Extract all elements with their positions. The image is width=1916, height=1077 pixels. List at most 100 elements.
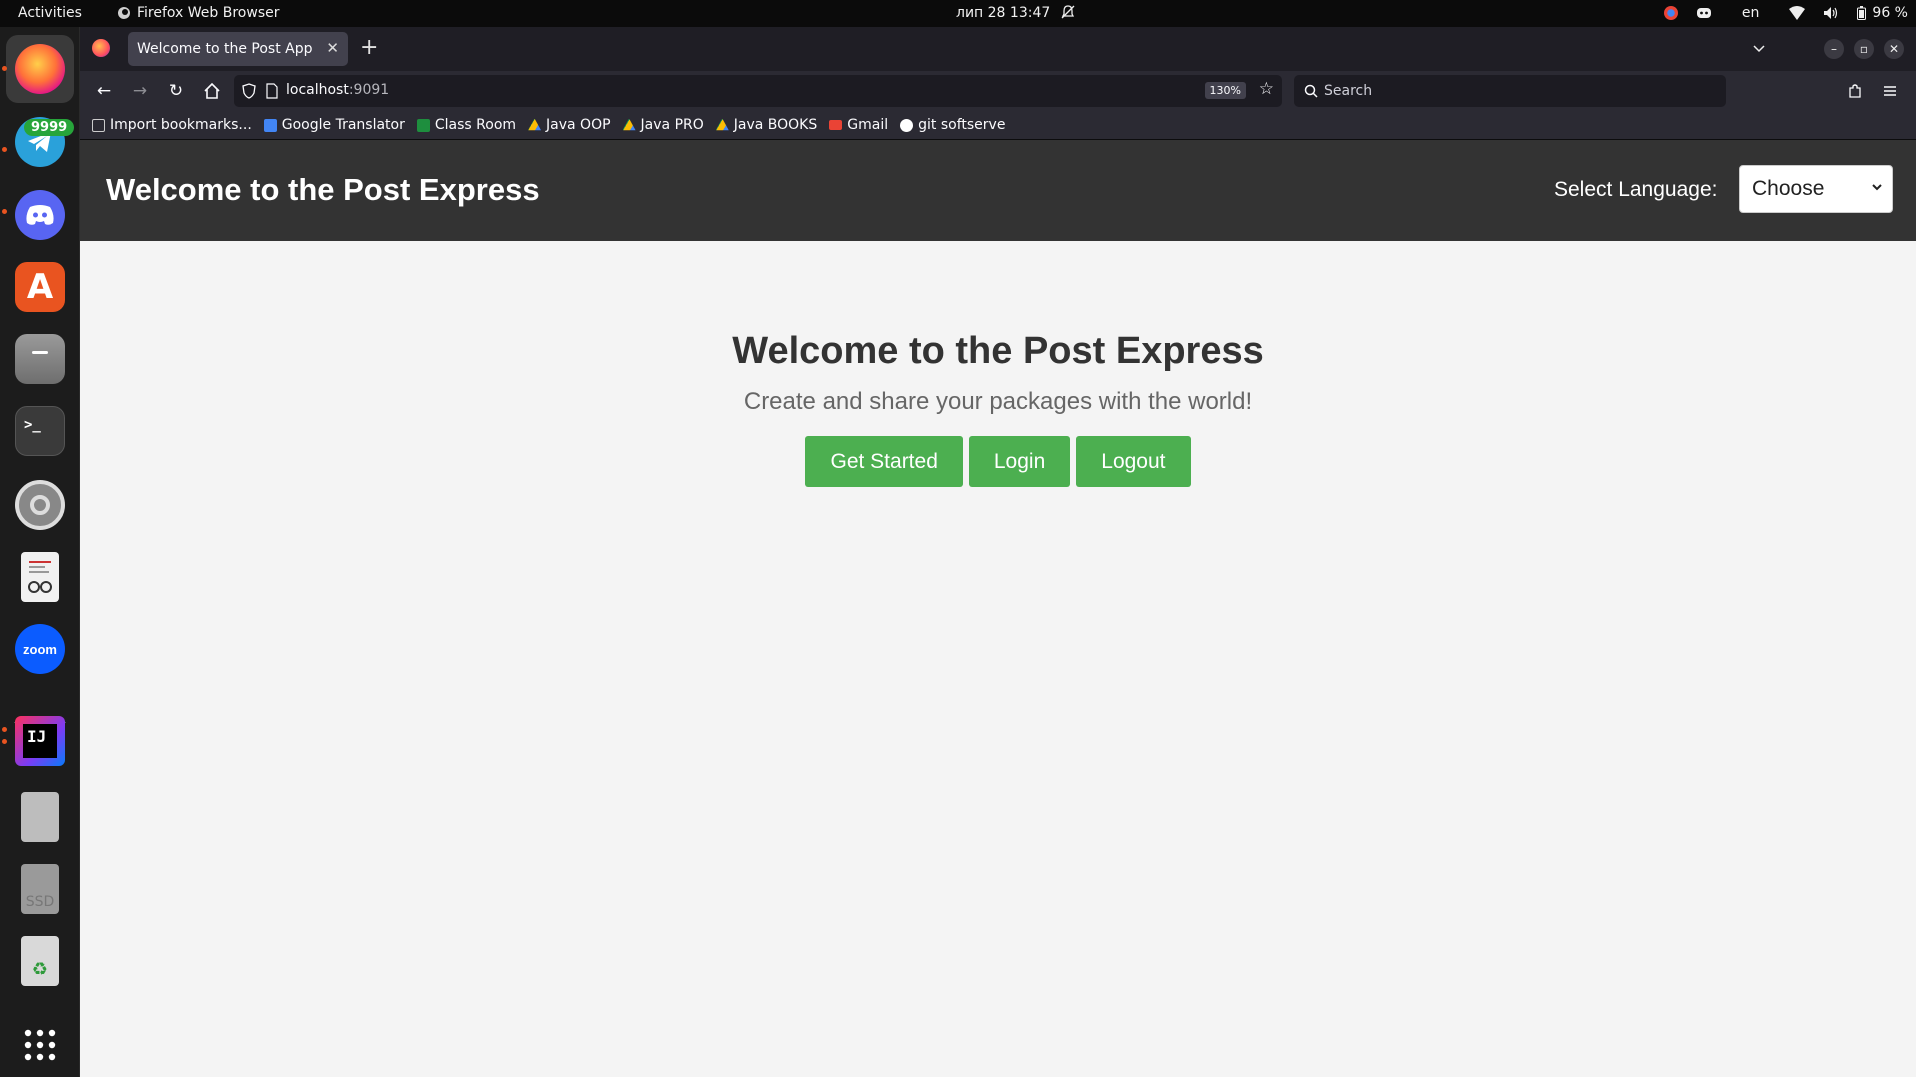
system-tray[interactable]: en 96 % <box>1663 3 1908 23</box>
settings-gear-icon <box>15 480 65 530</box>
chevron-down-icon <box>1872 184 1882 191</box>
wifi-icon[interactable] <box>1789 6 1806 20</box>
url-bar[interactable]: localhost:9091 130% ☆ <box>234 75 1282 107</box>
dock-ssd-drive[interactable]: SSD <box>6 855 74 923</box>
intellij-icon: IJ <box>15 716 65 766</box>
dock-app-center[interactable]: A <box>6 253 74 321</box>
text-editor-icon <box>21 792 59 842</box>
tab-active[interactable]: Welcome to the Post App ✕ <box>128 32 348 66</box>
firefox-window: Welcome to the Post App ✕ + – ▫ ✕ ← → ↻ … <box>80 27 1916 1077</box>
keyboard-layout[interactable]: en <box>1742 5 1760 21</box>
discord-tray-icon[interactable] <box>1696 7 1712 19</box>
bookmark-item[interactable]: git softserve <box>900 117 1005 133</box>
dock-terminal[interactable]: >_ <box>6 397 74 465</box>
chrome-tray-icon[interactable] <box>1663 6 1678 20</box>
navigation-toolbar: ← → ↻ localhost:9091 130% ☆ Search <box>80 71 1916 111</box>
tab-title: Welcome to the Post App <box>137 41 313 57</box>
hero-buttons: Get Started Login Logout <box>80 436 1916 487</box>
page-info-icon[interactable] <box>266 83 278 99</box>
bookmark-item[interactable]: Java BOOKS <box>715 117 817 133</box>
dock-firefox[interactable] <box>6 35 74 103</box>
url-text[interactable]: localhost:9091 <box>286 82 389 98</box>
extensions-icon[interactable] <box>1847 83 1863 99</box>
dock-settings[interactable] <box>6 471 74 539</box>
back-icon[interactable]: ← <box>93 80 115 102</box>
hero-subtitle: Create and share your packages with the … <box>743 388 1253 415</box>
tab-bar: Welcome to the Post App ✕ + – ▫ ✕ <box>80 27 1916 71</box>
search-bar[interactable]: Search <box>1294 75 1726 107</box>
classroom-icon <box>416 118 430 132</box>
home-icon[interactable] <box>201 80 223 102</box>
bookmark-item[interactable]: Class Room <box>416 117 516 133</box>
list-all-tabs-icon[interactable] <box>1752 42 1766 56</box>
site-title: Welcome to the Post Express <box>106 172 540 207</box>
language-label: Select Language: <box>1554 178 1718 201</box>
show-applications[interactable] <box>6 1011 74 1077</box>
app-menu[interactable]: Firefox Web Browser <box>117 5 280 21</box>
firefox-small-icon <box>118 7 130 19</box>
tab-close-icon[interactable]: ✕ <box>326 39 339 57</box>
bookmark-item[interactable]: Gmail <box>829 117 888 133</box>
dock-discord[interactable] <box>6 181 74 249</box>
minimize-icon[interactable]: – <box>1824 39 1844 59</box>
notifications-off-icon[interactable] <box>1060 4 1076 20</box>
bookmark-item[interactable]: Import bookmarks... <box>92 117 252 133</box>
new-tab-icon[interactable]: + <box>360 35 378 60</box>
zoom-icon: zoom <box>15 624 65 674</box>
url-host: localhost <box>286 82 349 98</box>
dock-trash[interactable]: ♻ <box>6 927 74 995</box>
restore-icon[interactable]: ▫ <box>1854 39 1874 59</box>
logout-button[interactable]: Logout <box>1076 436 1191 487</box>
search-icon <box>1304 84 1318 98</box>
github-icon <box>900 118 914 132</box>
telegram-unread-badge: 9999 <box>24 119 75 136</box>
site-header: Welcome to the Post Express Select Langu… <box>80 140 1916 241</box>
firefox-icon <box>15 44 65 94</box>
activities-button[interactable]: Activities <box>18 5 82 21</box>
system-top-bar: Activities Firefox Web Browser лип 28 13… <box>0 0 1916 27</box>
battery-icon <box>1857 6 1867 20</box>
search-placeholder: Search <box>1324 83 1373 99</box>
hamburger-menu-icon[interactable] <box>1883 84 1897 98</box>
google-drive-icon <box>715 118 729 131</box>
close-window-icon[interactable]: ✕ <box>1884 39 1904 59</box>
bookmark-item[interactable]: Java OOP <box>528 117 611 133</box>
hero-title: Welcome to the Post Express <box>732 330 1264 372</box>
dock: 9999 A >_ zoom IJ SSD ♻ <box>0 27 80 1077</box>
login-button[interactable]: Login <box>968 436 1071 487</box>
app-grid-icon <box>24 1029 56 1061</box>
get-started-button[interactable]: Get Started <box>805 436 963 487</box>
bookmark-item[interactable]: Java PRO <box>622 117 704 133</box>
web-page: Welcome to the Post Express Select Langu… <box>80 140 1916 1077</box>
tracking-protection-shield-icon[interactable] <box>242 83 256 99</box>
forward-icon[interactable]: → <box>129 80 151 102</box>
files-icon <box>15 334 65 384</box>
dock-files[interactable] <box>6 325 74 393</box>
battery-percent: 96 % <box>1872 5 1908 21</box>
trash-icon: ♻ <box>21 936 59 986</box>
discord-icon <box>15 190 65 240</box>
bookmark-star-icon[interactable]: ☆ <box>1259 79 1274 99</box>
clock[interactable]: лип 28 13:47 <box>956 5 1050 21</box>
zoom-level[interactable]: 130% <box>1204 82 1246 99</box>
google-translate-icon <box>263 118 277 132</box>
app-name: Firefox Web Browser <box>137 5 280 21</box>
document-viewer-icon <box>21 552 59 602</box>
firefox-view-icon[interactable] <box>92 39 110 57</box>
drive-icon: SSD <box>21 864 59 914</box>
terminal-icon: >_ <box>15 406 65 456</box>
language-select[interactable]: Choose <box>1739 165 1893 213</box>
dock-intellij[interactable]: IJ <box>6 707 74 775</box>
app-center-icon: A <box>15 262 65 312</box>
google-drive-icon <box>528 118 542 131</box>
dock-zoom[interactable]: zoom <box>6 615 74 683</box>
battery-indicator[interactable]: 96 % <box>1857 5 1908 21</box>
volume-icon[interactable] <box>1823 6 1839 20</box>
bookmark-item[interactable]: Google Translator <box>263 117 405 133</box>
dock-document-viewer[interactable] <box>6 543 74 611</box>
bookmarks-toolbar: Import bookmarks... Google Translator Cl… <box>80 111 1916 140</box>
dock-text-editor[interactable] <box>6 783 74 851</box>
google-drive-icon <box>622 118 636 131</box>
reload-icon[interactable]: ↻ <box>165 80 187 102</box>
language-selected-value: Choose <box>1752 177 1825 200</box>
